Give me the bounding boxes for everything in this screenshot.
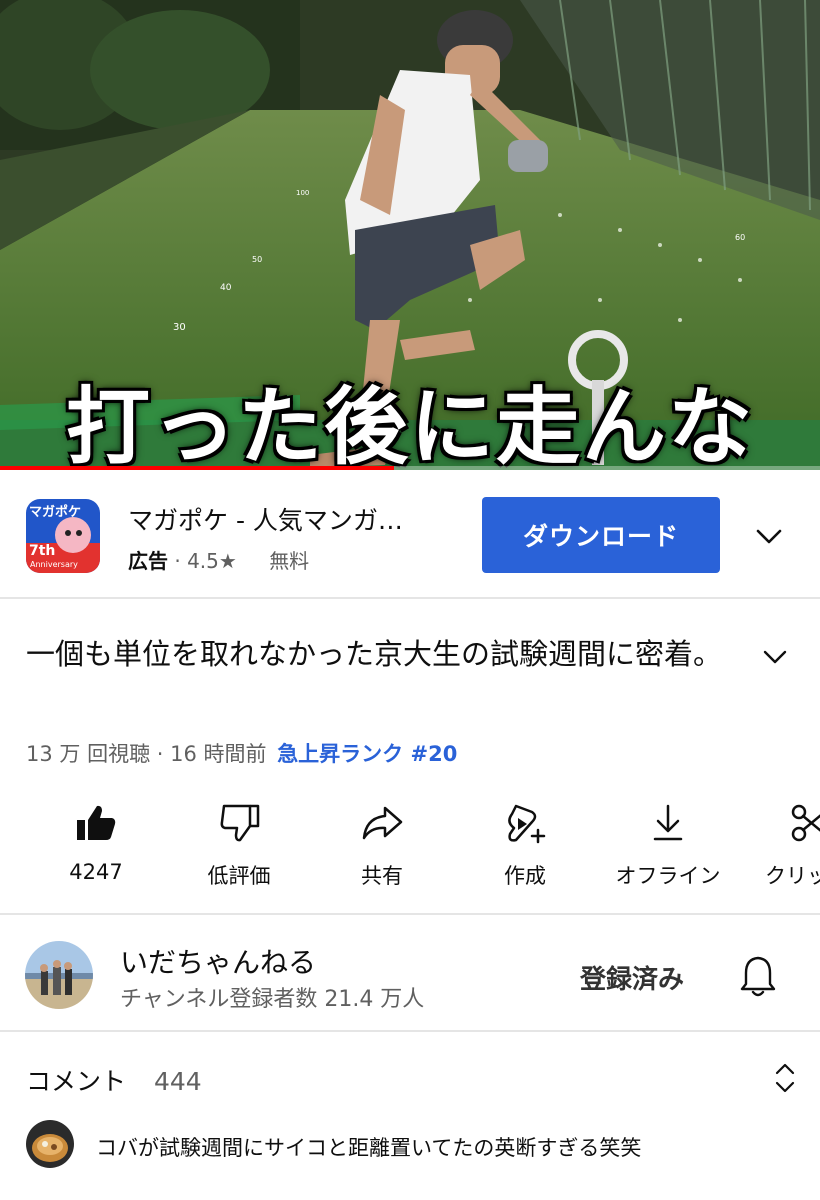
like-count: 4247 (69, 860, 123, 884)
ad-meta: 広告 · 4.5★ 無料 (128, 545, 309, 574)
view-count-and-age: 13 万 回視聴 · 16 時間前 (26, 742, 267, 766)
create-icon (508, 804, 546, 844)
share-label: 共有 (361, 864, 403, 888)
download-icon (653, 804, 683, 841)
dislike-label: 低評価 (207, 864, 271, 888)
top-comment-text: コバが試験週間にサイコと距離置いてたの英断すぎる笑笑 (96, 1136, 642, 1160)
video-caption: 打った後に走んな (65, 378, 754, 470)
channel-subscriber-count: チャンネル登録者数 21.4 万人 (120, 987, 425, 1012)
channel-name[interactable]: いだちゃんねる (120, 941, 316, 981)
ad-title[interactable]: マガポケ - 人気マンガ… (128, 501, 403, 537)
dislike-button[interactable]: 低評価 (169, 800, 309, 890)
channel-avatar[interactable] (25, 941, 93, 1009)
trending-rank-link[interactable]: 急上昇ランク #20 (277, 742, 457, 766)
video-player[interactable]: 30 40 50 100 60 打った後に走んな (0, 0, 820, 470)
ad-download-button[interactable]: ダウンロード (482, 497, 720, 573)
create-button[interactable]: 作成 (455, 800, 595, 890)
expand-comments-icon[interactable] (770, 1060, 800, 1096)
ad-rating: 4.5★ (187, 549, 237, 573)
ad-app-icon-sub: Anniversary (30, 560, 78, 569)
clip-button[interactable]: クリッ (741, 800, 820, 890)
offline-label: オフライン (615, 864, 721, 888)
bell-icon[interactable] (737, 953, 779, 999)
expand-description-icon[interactable] (760, 642, 790, 672)
comments-header: コメント 444 (26, 1062, 202, 1098)
ad-banner[interactable]: マガポケ 7th Anniversary マガポケ - 人気マンガ… 広告 · … (0, 471, 820, 599)
like-button[interactable]: 4247 (26, 800, 166, 884)
comments-count: 444 (153, 1067, 202, 1096)
channel-row[interactable]: いだちゃんねる チャンネル登録者数 21.4 万人 登録済み (0, 917, 820, 1032)
action-bar: 4247 低評価 共有 作成 オフライン クリッ (0, 800, 820, 915)
scissors-icon (791, 804, 820, 842)
thumbs-down-icon (220, 804, 260, 842)
video-stats[interactable]: 13 万 回視聴 · 16 時間前 急上昇ランク #20 (26, 738, 457, 768)
share-icon (362, 806, 403, 840)
video-title[interactable]: 一個も単位を取れなかった京大生の試験週間に密着。 (26, 632, 726, 676)
share-button[interactable]: 共有 (312, 800, 452, 890)
ad-app-icon-text: マガポケ (29, 504, 81, 520)
ad-app-icon[interactable]: マガポケ 7th Anniversary (26, 499, 100, 573)
offline-button[interactable]: オフライン (598, 800, 738, 890)
comments-section[interactable]: コメント 444 コバが試験週間にサイコと距離置いてたの英断すぎる笑笑 (0, 1034, 820, 1200)
clip-label: クリッ (765, 864, 820, 888)
video-progress-bar[interactable] (0, 466, 820, 470)
ad-label: 広告 (128, 549, 168, 573)
chevron-down-icon[interactable] (752, 519, 786, 553)
ad-app-icon-badge: 7th (29, 543, 55, 559)
distance-marker: 60 (735, 233, 745, 242)
subscribed-button[interactable]: 登録済み (580, 959, 684, 996)
ad-separator: · (174, 549, 181, 573)
distance-marker: 100 (296, 189, 309, 197)
distance-marker: 30 (173, 322, 186, 333)
distance-marker: 40 (220, 283, 232, 293)
commenter-avatar (26, 1120, 74, 1168)
video-progress-fill (0, 466, 394, 470)
create-label: 作成 (504, 864, 546, 888)
distance-marker: 50 (252, 255, 262, 264)
comments-label: コメント (26, 1067, 127, 1096)
thumbs-up-icon (77, 805, 116, 840)
ad-price: 無料 (269, 549, 310, 573)
